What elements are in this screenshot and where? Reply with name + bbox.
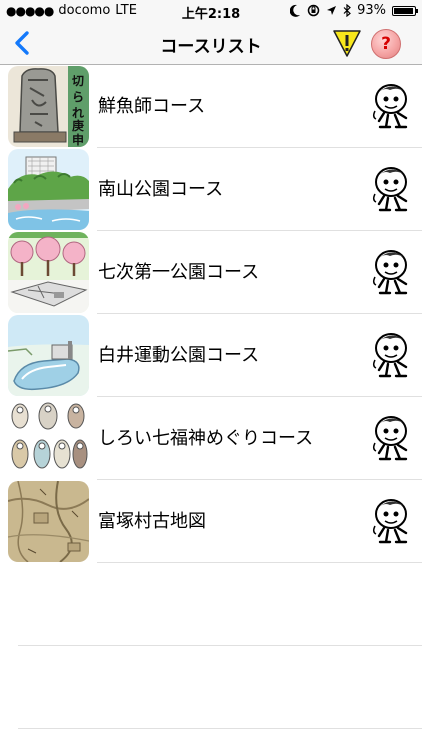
mascot-icon[interactable] [370, 413, 414, 463]
course-label: 鮮魚師コース [98, 96, 206, 117]
mascot-icon[interactable] [370, 81, 414, 131]
status-right: 93% [290, 3, 418, 18]
course-row-6[interactable]: 富塚村古地図 [0, 480, 422, 563]
mascot-icon[interactable] [370, 247, 414, 297]
course-row-1[interactable]: 切 ら れ 庚 申 鮮魚師コース [0, 65, 422, 148]
location-arrow-icon [327, 6, 337, 15]
course-row-5[interactable]: しろい七福神めぐりコース [0, 397, 422, 480]
rotation-lock-icon [307, 4, 320, 17]
bluetooth-icon [343, 4, 351, 17]
mascot-icon[interactable] [370, 164, 414, 214]
mascot-icon[interactable] [370, 496, 414, 546]
hill-park-thumbnail [8, 149, 89, 230]
course-label: 七次第一公園コース [98, 262, 260, 283]
course-row-4[interactable]: 白井運動公園コース [0, 314, 422, 397]
stone-monument-thumbnail: 切 ら れ 庚 申 [8, 66, 89, 147]
thumbnail-caption-2: ら [72, 90, 84, 104]
battery-level [394, 7, 413, 14]
course-label: 富塚村古地図 [98, 511, 206, 532]
navigation-bar: コースリスト ? [0, 22, 422, 65]
sports-park-thumbnail [8, 315, 89, 396]
thumbnail-caption-5: 申 [72, 132, 84, 147]
cherry-park-thumbnail [8, 232, 89, 313]
empty-row [0, 646, 422, 729]
course-list: 切 ら れ 庚 申 鮮魚師コース 南山公園コース 七次第一公園コース 白井運動公… [0, 65, 422, 729]
course-label: 南山公園コース [98, 179, 224, 200]
help-button[interactable]: ? [371, 29, 401, 59]
course-label: しろい七福神めぐりコース [98, 428, 314, 449]
course-row-2[interactable]: 南山公園コース [0, 148, 422, 231]
warning-button[interactable] [333, 30, 361, 57]
thumbnail-caption-1: 切 [72, 74, 84, 88]
old-map-thumbnail [8, 481, 89, 562]
course-label: 白井運動公園コース [98, 345, 260, 366]
course-row-3[interactable]: 七次第一公園コース [0, 231, 422, 314]
battery-icon [392, 5, 418, 16]
battery-tip [416, 8, 418, 13]
status-bar: ●●●●● docomo LTE 上午2:18 93% [0, 0, 422, 22]
moon-icon [290, 4, 301, 17]
thumbnail-caption-3: れ [72, 106, 84, 120]
seven-gods-thumbnail [8, 398, 89, 479]
empty-row [0, 563, 422, 646]
thumbnail-caption-4: 庚 [72, 118, 84, 133]
mascot-icon[interactable] [370, 330, 414, 380]
battery-percent: 93% [357, 3, 386, 18]
